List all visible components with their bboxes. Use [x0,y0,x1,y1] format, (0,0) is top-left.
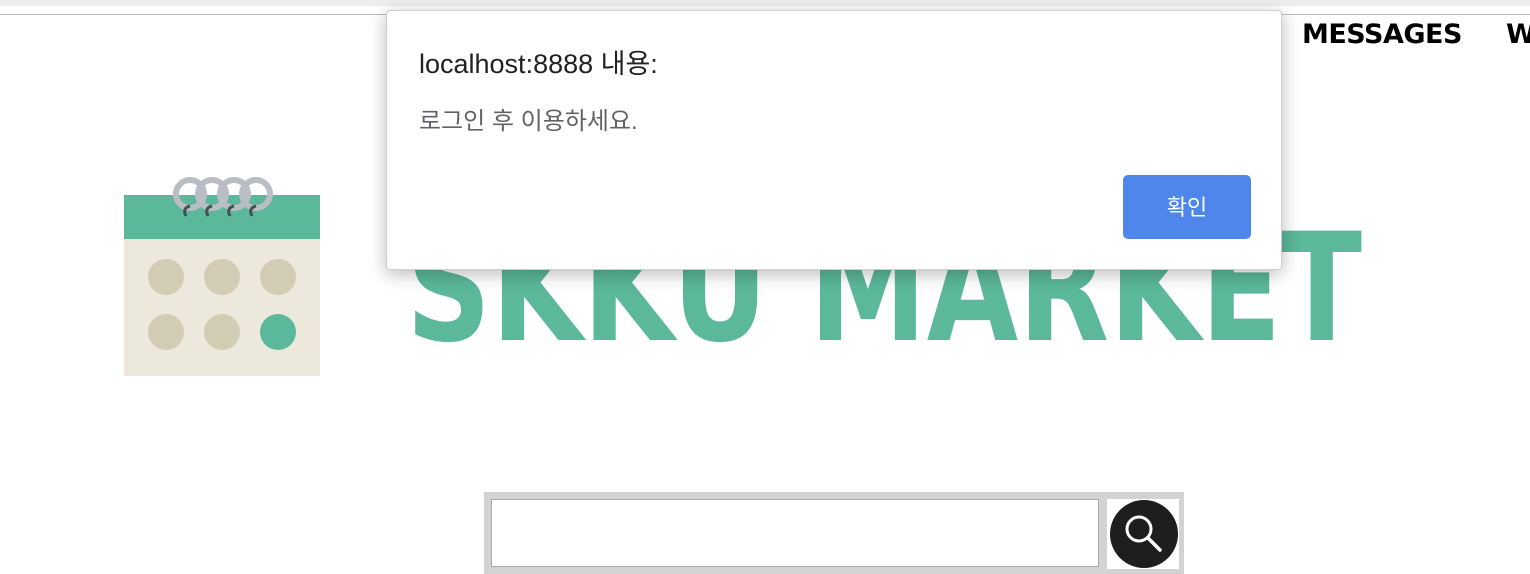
calendar-icon [124,177,320,376]
alert-dialog: localhost:8888 내용: 로그인 후 이용하세요. 확인 [386,10,1282,270]
search-button[interactable] [1110,500,1178,568]
search-input[interactable] [491,499,1099,567]
ok-button[interactable]: 확인 [1123,175,1251,239]
dialog-message: 로그인 후 이용하세요. [419,108,638,135]
dialog-title: localhost:8888 내용: [419,49,658,79]
browser-top-strip [0,0,1530,6]
nav-item-w[interactable]: W [1506,18,1530,52]
nav-messages[interactable]: MESSAGES [1302,18,1462,52]
search-icon [1125,515,1162,552]
